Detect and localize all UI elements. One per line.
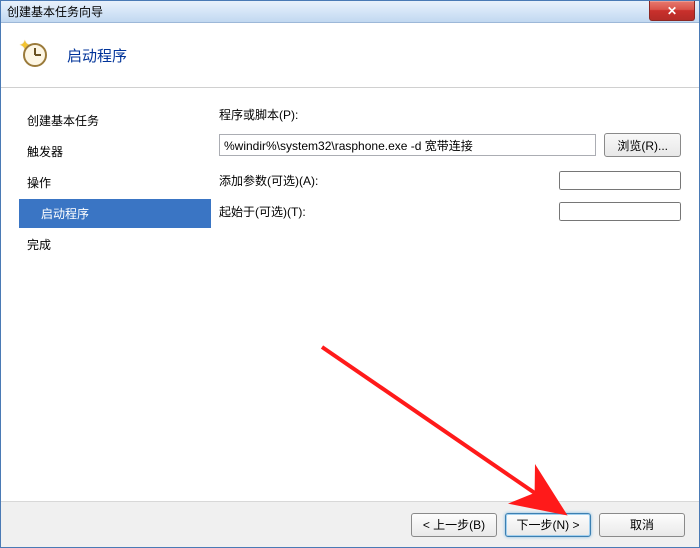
step-trigger[interactable]: 触发器 (19, 137, 211, 166)
wizard-header: ✦ 启动程序 (1, 23, 699, 88)
wizard-sidebar: 创建基本任务 触发器 操作 启动程序 完成 (1, 88, 211, 501)
wizard-footer: < 上一步(B) 下一步(N) > 取消 (1, 501, 699, 547)
step-action[interactable]: 操作 (19, 168, 211, 197)
back-button[interactable]: < 上一步(B) (411, 513, 497, 537)
wizard-content: 程序或脚本(P): 浏览(R)... 添加参数(可选)(A): 起始于(可选)(… (211, 88, 699, 501)
wizard-body: 创建基本任务 触发器 操作 启动程序 完成 程序或脚本(P): 浏览(R)...… (1, 88, 699, 501)
window-title: 创建基本任务向导 (7, 3, 103, 20)
arguments-input[interactable] (559, 171, 681, 190)
startin-input[interactable] (559, 202, 681, 221)
step-finish[interactable]: 完成 (19, 230, 211, 259)
close-button[interactable]: ✕ (649, 1, 695, 21)
startin-label: 起始于(可选)(T): (219, 203, 559, 220)
scheduler-icon: ✦ (21, 39, 53, 71)
step-start-program[interactable]: 启动程序 (19, 199, 211, 228)
step-create-basic-task[interactable]: 创建基本任务 (19, 106, 211, 135)
program-script-input[interactable] (219, 134, 596, 156)
title-bar: 创建基本任务向导 ✕ (1, 1, 699, 23)
next-button[interactable]: 下一步(N) > (505, 513, 591, 537)
page-title: 启动程序 (67, 45, 127, 66)
cancel-button[interactable]: 取消 (599, 513, 685, 537)
browse-button[interactable]: 浏览(R)... (604, 133, 681, 157)
wizard-window: 创建基本任务向导 ✕ ✦ 启动程序 创建基本任务 触发器 操作 启动程序 完成 … (0, 0, 700, 548)
arguments-label: 添加参数(可选)(A): (219, 172, 559, 189)
program-script-label: 程序或脚本(P): (219, 106, 681, 123)
close-icon: ✕ (667, 4, 677, 18)
